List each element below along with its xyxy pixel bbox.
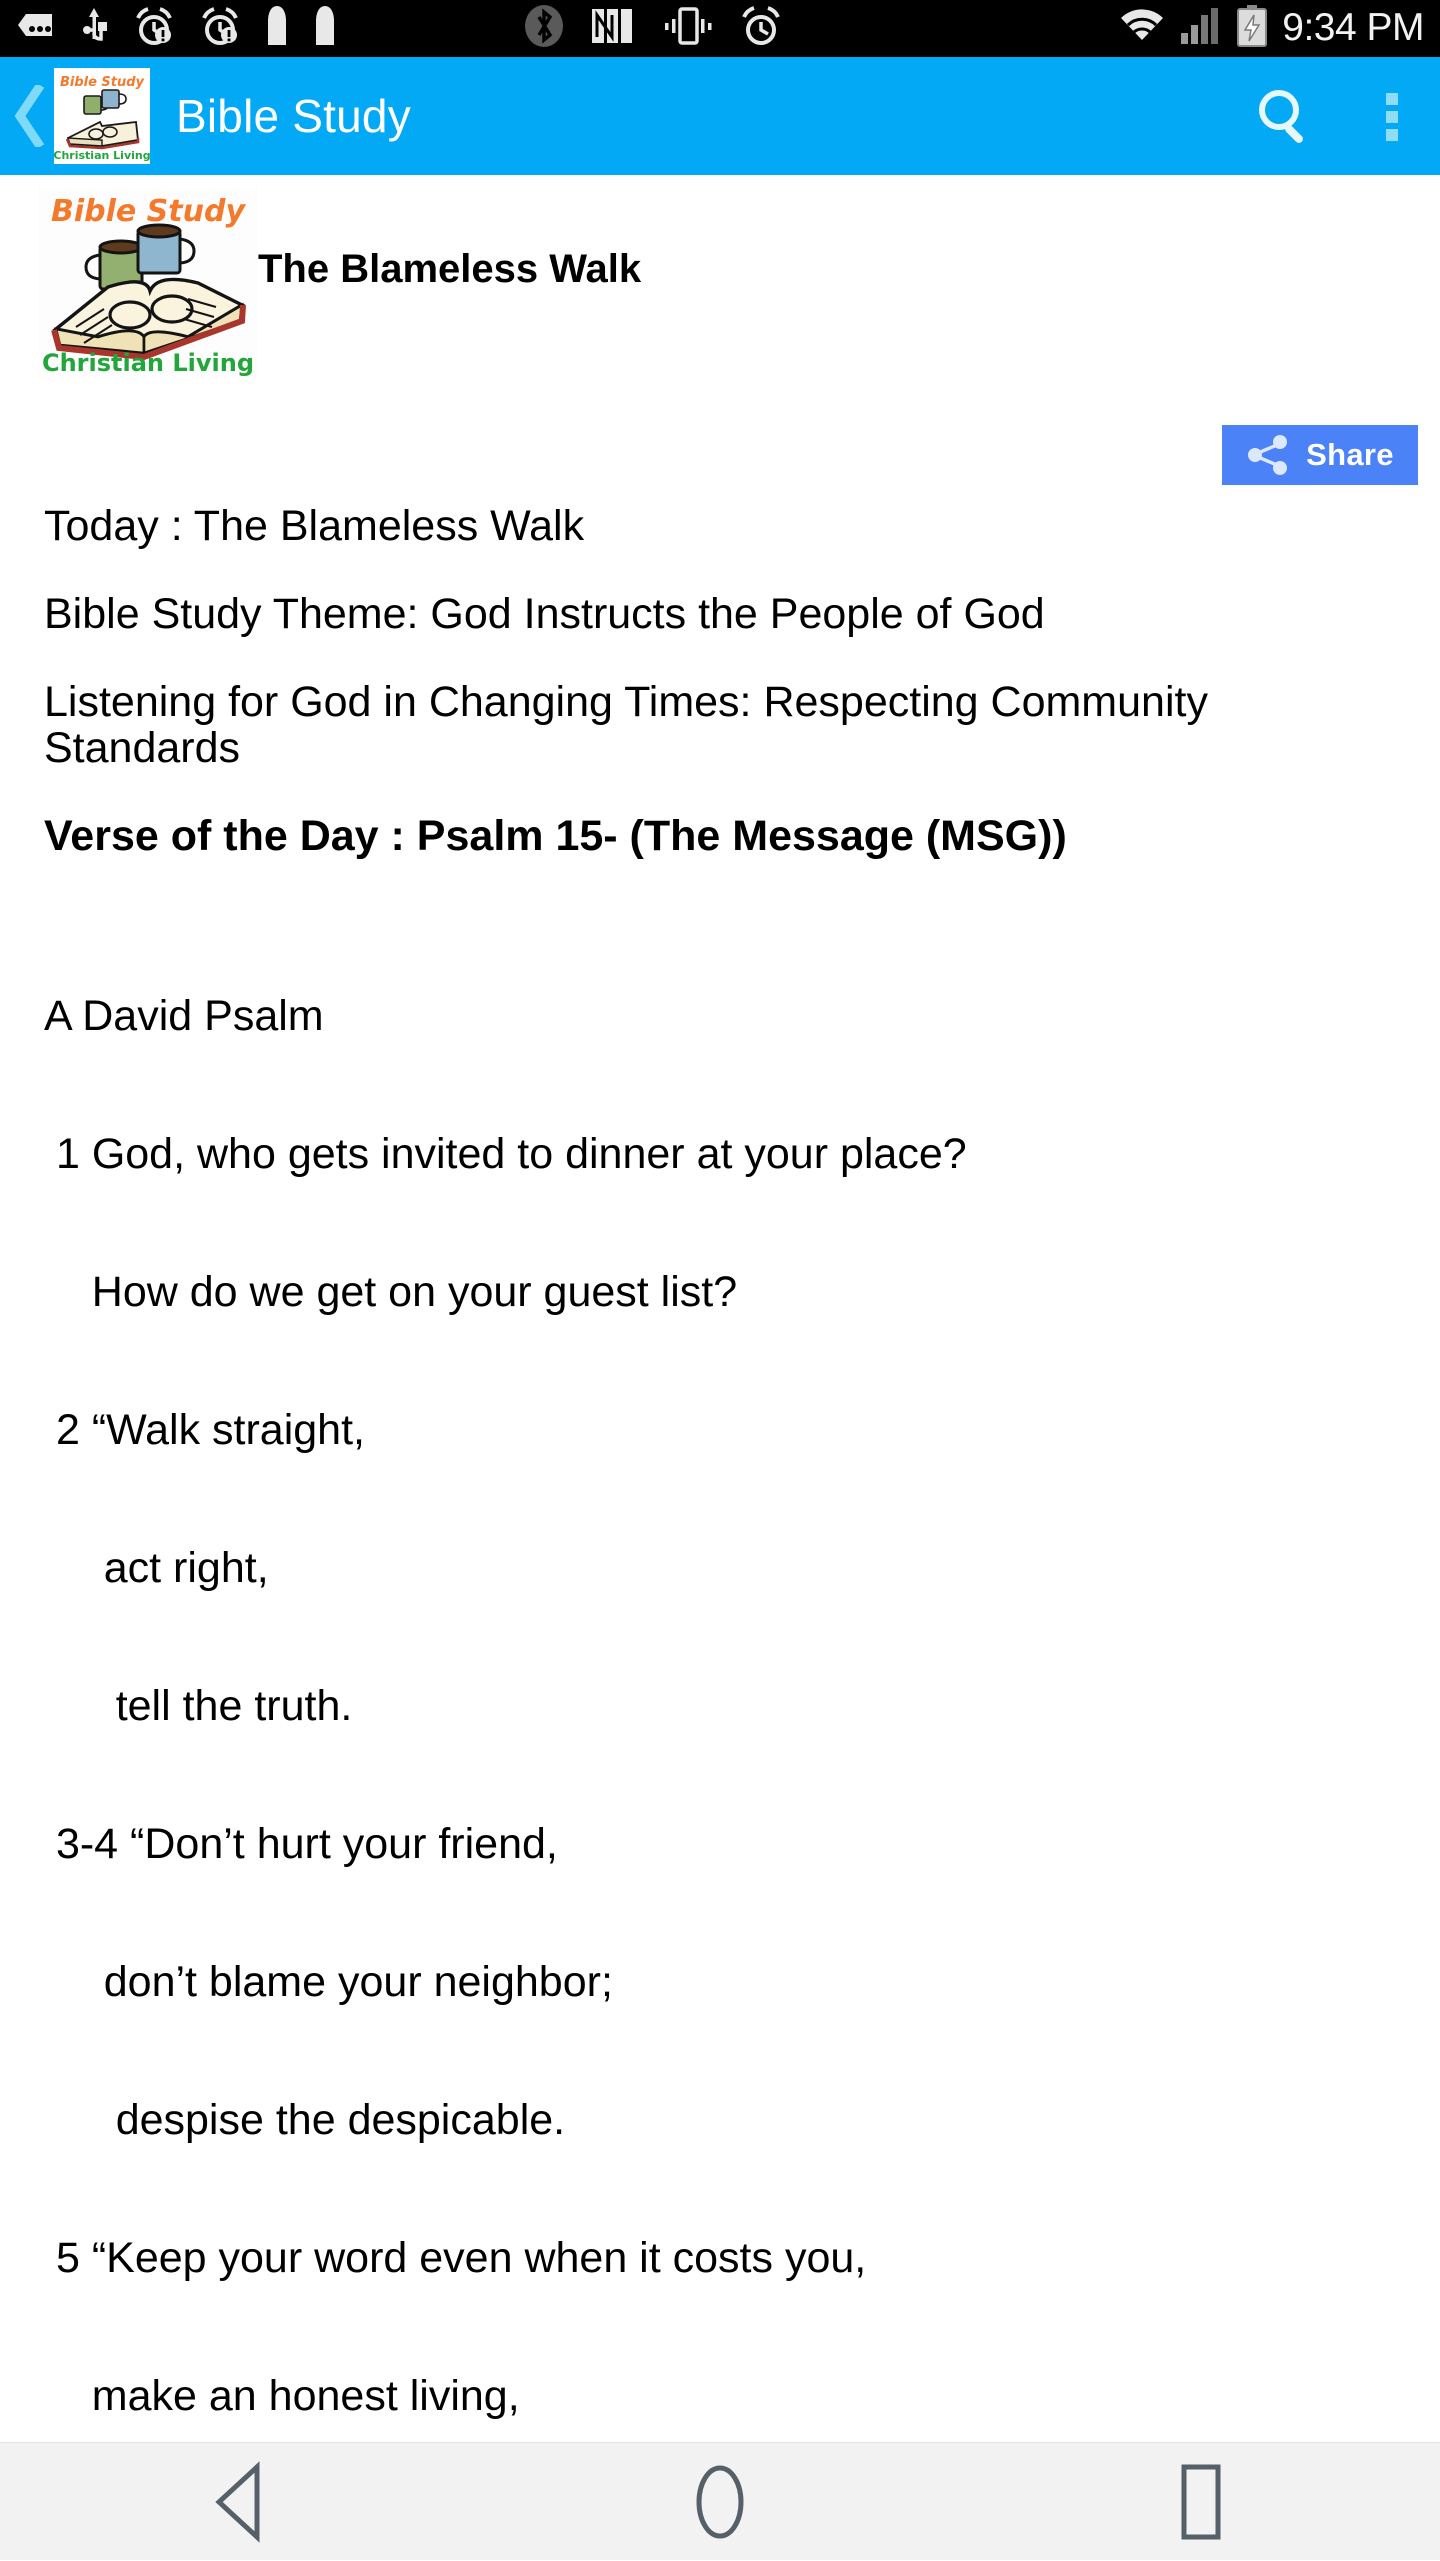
silent-mode-icon [314, 5, 336, 52]
app-icon: Bible Study Christian Living [54, 68, 150, 164]
article-content[interactable]: Bible Study Christian Living The Blamele… [0, 175, 1440, 2442]
search-icon [1259, 90, 1303, 143]
nfc-icon [590, 5, 636, 52]
sms-icon [18, 12, 54, 45]
phone-screen: 9:34 PM Bible Study Christian Living Bib… [0, 0, 1440, 2560]
alarm-alert-icon [200, 6, 240, 51]
vibrate-icon [660, 5, 716, 52]
chevron-left-icon [14, 85, 45, 147]
nav-back-button[interactable] [140, 2443, 340, 2561]
share-icon [1248, 435, 1288, 475]
search-button[interactable] [1226, 57, 1344, 175]
nav-recents-button[interactable] [1100, 2443, 1300, 2561]
article-title: The Blameless Walk [258, 247, 642, 291]
verse-line: 3-4 “Don’t hurt your friend, [44, 1820, 558, 1868]
share-button-label: Share [1306, 437, 1394, 472]
system-navigation-bar [0, 2442, 1440, 2560]
paragraph-today: Today : The Blameless Walk [44, 502, 585, 550]
app-bar-actions [1226, 57, 1440, 175]
status-bar: 9:34 PM [0, 0, 1440, 57]
app-bar-title: Bible Study [176, 90, 411, 142]
signal-icon [1180, 7, 1222, 50]
verse-line: How do we get on your guest list? [44, 1268, 738, 1316]
svg-text:Christian Living: Christian Living [42, 349, 254, 377]
verse-block: A David Psalm 1 God, who gets invited to… [44, 901, 1400, 2442]
nav-home-button[interactable] [620, 2443, 820, 2561]
verse-line: tell the truth. [44, 1682, 353, 1730]
recents-square-icon [1181, 2464, 1221, 2539]
wifi-icon [1118, 7, 1166, 50]
hero-section: Bible Study Christian Living The Blamele… [0, 175, 1440, 425]
more-vertical-icon [1386, 93, 1398, 141]
status-icons-right: 9:34 PM [1118, 5, 1424, 52]
status-clock: 9:34 PM [1282, 5, 1424, 49]
paragraph-theme: Bible Study Theme: God Instructs the Peo… [44, 590, 1045, 638]
svg-text:Christian Living: Christian Living [54, 149, 150, 162]
verse-line: despise the despicable. [44, 2096, 566, 2144]
overflow-menu-button[interactable] [1344, 57, 1440, 175]
verse-line: 5 “Keep your word even when it costs you… [44, 2234, 867, 2282]
svg-text:Bible Study: Bible Study [60, 75, 145, 90]
verse-line: make an honest living, [44, 2372, 520, 2420]
bible-study-logo-image: Bible Study Christian Living [38, 187, 258, 377]
battery-charging-icon [1236, 5, 1268, 52]
verse-line: 1 God, who gets invited to dinner at you… [44, 1130, 967, 1178]
bluetooth-icon [522, 4, 566, 53]
usb-icon [80, 6, 108, 51]
verse-line: act right, [44, 1544, 269, 1592]
paragraph-subtitle: Listening for God in Changing Times: Res… [44, 678, 1220, 772]
alarm-icon [740, 5, 782, 52]
share-button[interactable]: Share [1222, 425, 1418, 485]
status-icons-left [0, 5, 336, 52]
svg-text:Bible Study: Bible Study [51, 194, 246, 229]
back-button[interactable] [6, 85, 52, 147]
app-bar: Bible Study Christian Living Bible Study [0, 57, 1440, 175]
back-triangle-icon [215, 2460, 260, 2543]
silent-mode-icon [266, 5, 288, 52]
alarm-alert-icon [134, 6, 174, 51]
verse-line: A David Psalm [44, 992, 324, 1040]
verse-line: 2 “Walk straight, [44, 1406, 365, 1454]
share-row: Share [0, 425, 1440, 503]
home-circle-icon [696, 2465, 744, 2538]
verse-line: don’t blame your neighbor; [44, 1958, 613, 2006]
paragraph-verse-heading: Verse of the Day : Psalm 15- (The Messag… [44, 812, 1067, 860]
article-body: Today : The Blameless Walk Bible Study T… [0, 503, 1440, 2442]
status-icons-middle [522, 4, 782, 53]
